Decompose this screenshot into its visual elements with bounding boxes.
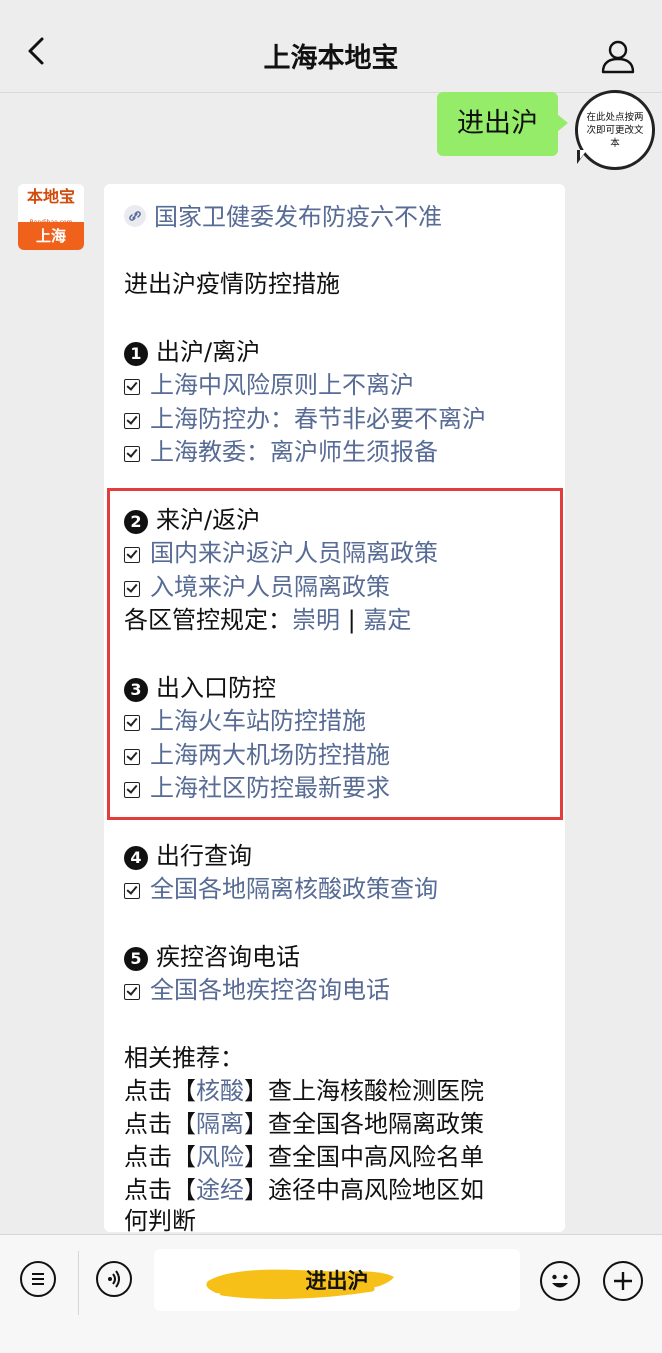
top-article-link[interactable]: 国家卫健委发布防疫六不准 — [124, 200, 442, 234]
plus-icon[interactable] — [603, 1261, 643, 1301]
section-4-link[interactable]: 全国各地隔离核酸政策查询 — [124, 872, 438, 906]
sent-message-bubble[interactable]: 进出沪 — [437, 92, 568, 156]
related-item: 点击【核酸】查上海核酸检测医院 — [124, 1077, 484, 1105]
keyword-link[interactable]: 隔离 — [196, 1110, 244, 1138]
section-4-heading: 4 出行查询 — [124, 839, 252, 873]
number-1-icon: 1 — [124, 342, 148, 366]
district-link-chongming[interactable]: 崇明 — [292, 606, 340, 634]
related-item: 点击【途经】途径中高风险地区如 — [124, 1176, 484, 1204]
input-toolbar: 进出沪 — [0, 1234, 662, 1353]
avatar-brand-text: 本地宝 — [18, 184, 84, 222]
district-rules-line: 各区管控规定：崇明 | 嘉定 — [124, 606, 412, 634]
checkbox-icon — [124, 547, 140, 563]
checkbox-icon — [124, 446, 140, 462]
keyword-link[interactable]: 核酸 — [196, 1077, 244, 1105]
keyword-link[interactable]: 风险 — [196, 1143, 244, 1171]
related-item: 点击【风险】查全国中高风险名单 — [124, 1143, 484, 1171]
user-profile-icon[interactable] — [600, 38, 636, 74]
checkbox-icon — [124, 581, 140, 597]
my-avatar[interactable]: 在此处点按两次即可更改文本 — [575, 90, 655, 170]
section-5-heading: 5 疾控咨询电话 — [124, 940, 300, 974]
district-link-jiading[interactable]: 嘉定 — [363, 606, 411, 634]
section-3-link[interactable]: 上海社区防控最新要求 — [124, 771, 390, 805]
section-1-link[interactable]: 上海中风险原则上不离沪 — [124, 368, 414, 402]
related-item-wrap: 何判断 — [124, 1207, 196, 1232]
link-icon — [124, 205, 146, 227]
number-2-icon: 2 — [124, 510, 148, 534]
avatar-placeholder-text: 在此处点按两次即可更改文本 — [575, 90, 655, 170]
avatar-city-text: 上海 — [18, 222, 84, 250]
section-3-link[interactable]: 上海火车站防控措施 — [124, 704, 366, 738]
input-text: 进出沪 — [305, 1269, 369, 1293]
chat-title: 上海本地宝 — [263, 43, 399, 74]
checkbox-icon — [124, 715, 140, 731]
checkbox-icon — [124, 749, 140, 765]
checkbox-icon — [124, 379, 140, 395]
section-1-heading: 1 出沪/离沪 — [124, 335, 260, 369]
section-2-link[interactable]: 国内来沪返沪人员隔离政策 — [124, 536, 438, 570]
avatar-speech-tail-inner — [580, 150, 587, 159]
reply-message-card: 国家卫健委发布防疫六不准 进出沪疫情防控措施 1 出沪/离沪 上海中风险原则上不离… — [104, 184, 565, 1232]
message-input[interactable]: 进出沪 — [154, 1249, 520, 1311]
checkbox-icon — [124, 782, 140, 798]
emoji-icon[interactable] — [540, 1261, 580, 1301]
section-3-heading: 3 出入口防控 — [124, 671, 276, 705]
section-1-link[interactable]: 上海教委：离沪师生须报备 — [124, 435, 438, 469]
menu-list-icon[interactable] — [20, 1261, 56, 1297]
number-4-icon: 4 — [124, 846, 148, 870]
section-3-link[interactable]: 上海两大机场防控措施 — [124, 738, 390, 772]
number-3-icon: 3 — [124, 678, 148, 702]
section-2-heading: 2 来沪/返沪 — [124, 503, 260, 537]
section-2-link[interactable]: 入境来沪人员隔离政策 — [124, 570, 390, 604]
nav-bar: 上海本地宝 — [0, 0, 662, 93]
number-5-icon: 5 — [124, 947, 148, 971]
toolbar-divider — [78, 1251, 79, 1315]
bendibao-avatar[interactable]: 本地宝 Bendibao.com 上海 — [18, 184, 84, 250]
section-1-link[interactable]: 上海防控办：春节非必要不离沪 — [124, 402, 486, 436]
voice-input-icon[interactable] — [96, 1261, 132, 1297]
related-item: 点击【隔离】查全国各地隔离政策 — [124, 1110, 484, 1138]
keyword-link[interactable]: 途经 — [196, 1176, 244, 1204]
checkbox-icon — [124, 984, 140, 1000]
section-5-link[interactable]: 全国各地疾控咨询电话 — [124, 973, 390, 1007]
intro-text: 进出沪疫情防控措施 — [124, 270, 340, 298]
checkbox-icon — [124, 413, 140, 429]
related-label: 相关推荐： — [124, 1044, 244, 1072]
checkbox-icon — [124, 883, 140, 899]
